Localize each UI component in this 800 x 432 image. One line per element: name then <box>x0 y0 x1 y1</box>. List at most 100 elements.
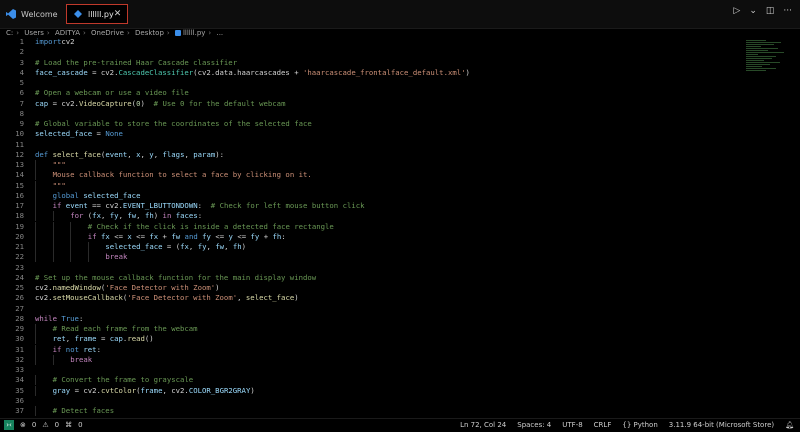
code-text: # Detect faces <box>52 406 115 415</box>
line-number: 35 <box>15 385 24 395</box>
code-line[interactable]: 15 """ <box>0 180 740 191</box>
code-line[interactable]: 4 face_cascade = cv2.CascadeClassifier(cv… <box>0 68 740 78</box>
indent-guide <box>35 252 36 263</box>
bell-icon[interactable]: 🔔︎ <box>785 419 794 431</box>
code-line[interactable]: 30 ret, frame = cap.read() <box>0 334 740 345</box>
indent-guide <box>35 354 36 365</box>
line-ending[interactable]: CRLF <box>594 419 612 431</box>
line-number: 31 <box>15 344 24 354</box>
code-line[interactable]: 21 selected_face = (fx, fy, fw, fh) <box>0 242 740 252</box>
indent-guide <box>35 190 36 201</box>
code-line[interactable]: 37 # Detect faces <box>0 406 740 416</box>
code-line[interactable]: 25 cv2.namedWindow('Face Detector with Zo… <box>0 283 740 293</box>
code-line[interactable]: 20 if fx <= x <= fx + fw and fy <= y <= f… <box>0 231 740 242</box>
code-line[interactable]: 1 importcv2 <box>0 37 740 47</box>
code-line[interactable]: 17 if event == cv2.EVENT_LBUTTONDOWN: # C… <box>0 201 740 211</box>
warning-count[interactable]: 0 <box>55 419 59 431</box>
breadcrumb-item[interactable]: Desktop <box>135 29 164 37</box>
line-number: 15 <box>15 180 24 190</box>
indent-guide <box>35 211 36 222</box>
code-line[interactable]: 14 Mouse callback function to select a fa… <box>0 170 740 181</box>
code-line[interactable]: 12 def select_face(event, x, y, flags, pa… <box>0 150 740 160</box>
code-line[interactable]: 3 # Load the pre-trained Haar Cascade cla… <box>0 58 740 68</box>
code-line[interactable]: 7 cap = cv2.VideoCapture(0) # Use 0 for t… <box>0 99 740 109</box>
encoding[interactable]: UTF-8 <box>562 419 582 431</box>
code-line[interactable]: 32 break <box>0 354 740 365</box>
tab-welcome[interactable]: Welcome <box>0 4 60 24</box>
code-line[interactable]: 6 # Open a webcam or use a video file <box>0 88 740 98</box>
tab-python-file[interactable]: llllll.py ✕ <box>66 4 128 24</box>
code-line[interactable]: 24 # Set up the mouse callback function f… <box>0 273 740 283</box>
indent-guide <box>52 354 54 365</box>
code-line[interactable]: 23 <box>0 263 740 273</box>
code-line[interactable]: 5 <box>0 78 740 88</box>
line-number: 3 <box>19 57 24 67</box>
indentation[interactable]: Spaces: 4 <box>517 419 551 431</box>
ports-count[interactable]: 0 <box>78 419 82 431</box>
chevron-down-icon[interactable]: ⌄ <box>749 6 757 16</box>
breadcrumb-item[interactable]: Users <box>24 29 44 37</box>
breadcrumb-item[interactable]: ADITYA <box>55 29 80 37</box>
code-line[interactable]: 31 if not ret: <box>0 344 740 355</box>
minimap[interactable] <box>746 40 786 120</box>
error-icon[interactable]: ⊗ <box>20 419 26 431</box>
more-actions-icon[interactable]: ··· <box>783 6 792 16</box>
indent-guide <box>70 242 72 252</box>
code-text: def select_face(event, x, y, flags, para… <box>35 149 225 159</box>
code-line[interactable]: 34 # Convert the frame to grayscale <box>0 375 740 386</box>
close-icon[interactable]: ✕ <box>114 9 122 19</box>
python-interpreter[interactable]: 3.11.9 64-bit (Microsoft Store) <box>669 419 774 431</box>
code-text: # Check if the click is inside a detecte… <box>87 221 334 231</box>
indent-guide <box>70 221 72 232</box>
code-line[interactable]: 26 cv2.setMouseCallback('Face Detector wi… <box>0 293 740 303</box>
code-text: selected_face = None <box>35 129 123 139</box>
code-line[interactable]: 22 break <box>0 252 740 263</box>
code-line[interactable]: 19 # Check if the click is inside a detec… <box>0 221 740 232</box>
code-line[interactable]: 28 while True: <box>0 314 740 324</box>
code-line[interactable]: 16 global selected_face <box>0 190 740 201</box>
code-text: cv2.namedWindow('Face Detector with Zoom… <box>35 283 220 292</box>
indent-guide <box>52 231 54 242</box>
code-editor[interactable]: 1 importcv2 2 3 # Load the pre-trained Haar … <box>0 37 800 418</box>
language-mode[interactable]: Python <box>634 421 658 429</box>
code-text: Mouse callback function to select a face… <box>52 170 312 180</box>
editor-actions: ▷ ⌄ ◫ ··· <box>733 6 792 16</box>
line-number: 29 <box>15 324 24 333</box>
indent-guide <box>35 231 36 242</box>
status-bar: ›‹ ⊗ 0 ⚠ 0 ⌘ 0 Ln 72, Col 24 Spaces: 4 U… <box>0 418 800 432</box>
code-text: if not ret: <box>52 344 101 354</box>
warning-icon[interactable]: ⚠ <box>42 419 48 431</box>
breadcrumb-item[interactable]: C: <box>6 29 13 37</box>
code-line[interactable]: 36 <box>0 396 740 406</box>
breadcrumb-item[interactable]: ... <box>216 29 223 37</box>
code-line[interactable]: 9 # Global variable to store the coordina… <box>0 119 740 129</box>
line-number: 34 <box>15 375 24 385</box>
run-icon[interactable]: ▷ <box>733 6 740 16</box>
code-line[interactable]: 29 # Read each frame from the webcam <box>0 324 740 334</box>
error-count[interactable]: 0 <box>32 419 36 431</box>
ports-icon[interactable]: ⌘ <box>65 419 72 431</box>
breadcrumb-item[interactable]: llllll.py <box>183 29 205 37</box>
code-line[interactable]: 11 <box>0 140 740 150</box>
code-line[interactable]: 27 <box>0 304 740 314</box>
code-text: selected_face = (fx, fy, fw, fh) <box>105 242 247 251</box>
split-editor-icon[interactable]: ◫ <box>766 6 775 16</box>
code-text: if event == cv2.EVENT_LBUTTONDOWN: # Che… <box>52 201 365 210</box>
code-line[interactable]: 13 """ <box>0 160 740 170</box>
code-line[interactable]: 33 <box>0 365 740 375</box>
code-text: # Open a webcam or use a video file <box>35 88 189 98</box>
code-line[interactable]: 2 <box>0 47 740 57</box>
code-line[interactable]: 35 gray = cv2.cvtColor(frame, cv2.COLOR_B… <box>0 385 740 396</box>
cursor-position[interactable]: Ln 72, Col 24 <box>460 419 506 431</box>
vscode-logo-icon <box>6 9 16 19</box>
breadcrumb-item[interactable]: OneDrive <box>91 29 124 37</box>
indent-guide <box>70 252 72 263</box>
code-text: # Set up the mouse callback function for… <box>35 272 317 282</box>
code-line[interactable]: 10 selected_face = None <box>0 129 740 139</box>
code-text: gray = cv2.cvtColor(frame, cv2.COLOR_BGR… <box>52 385 255 395</box>
indent-guide <box>35 221 36 232</box>
remote-icon[interactable]: ›‹ <box>4 420 14 430</box>
code-line[interactable]: 18 for (fx, fy, fw, fh) in faces: <box>0 211 740 222</box>
code-line[interactable]: 8 <box>0 109 740 119</box>
line-number: 23 <box>15 262 24 272</box>
